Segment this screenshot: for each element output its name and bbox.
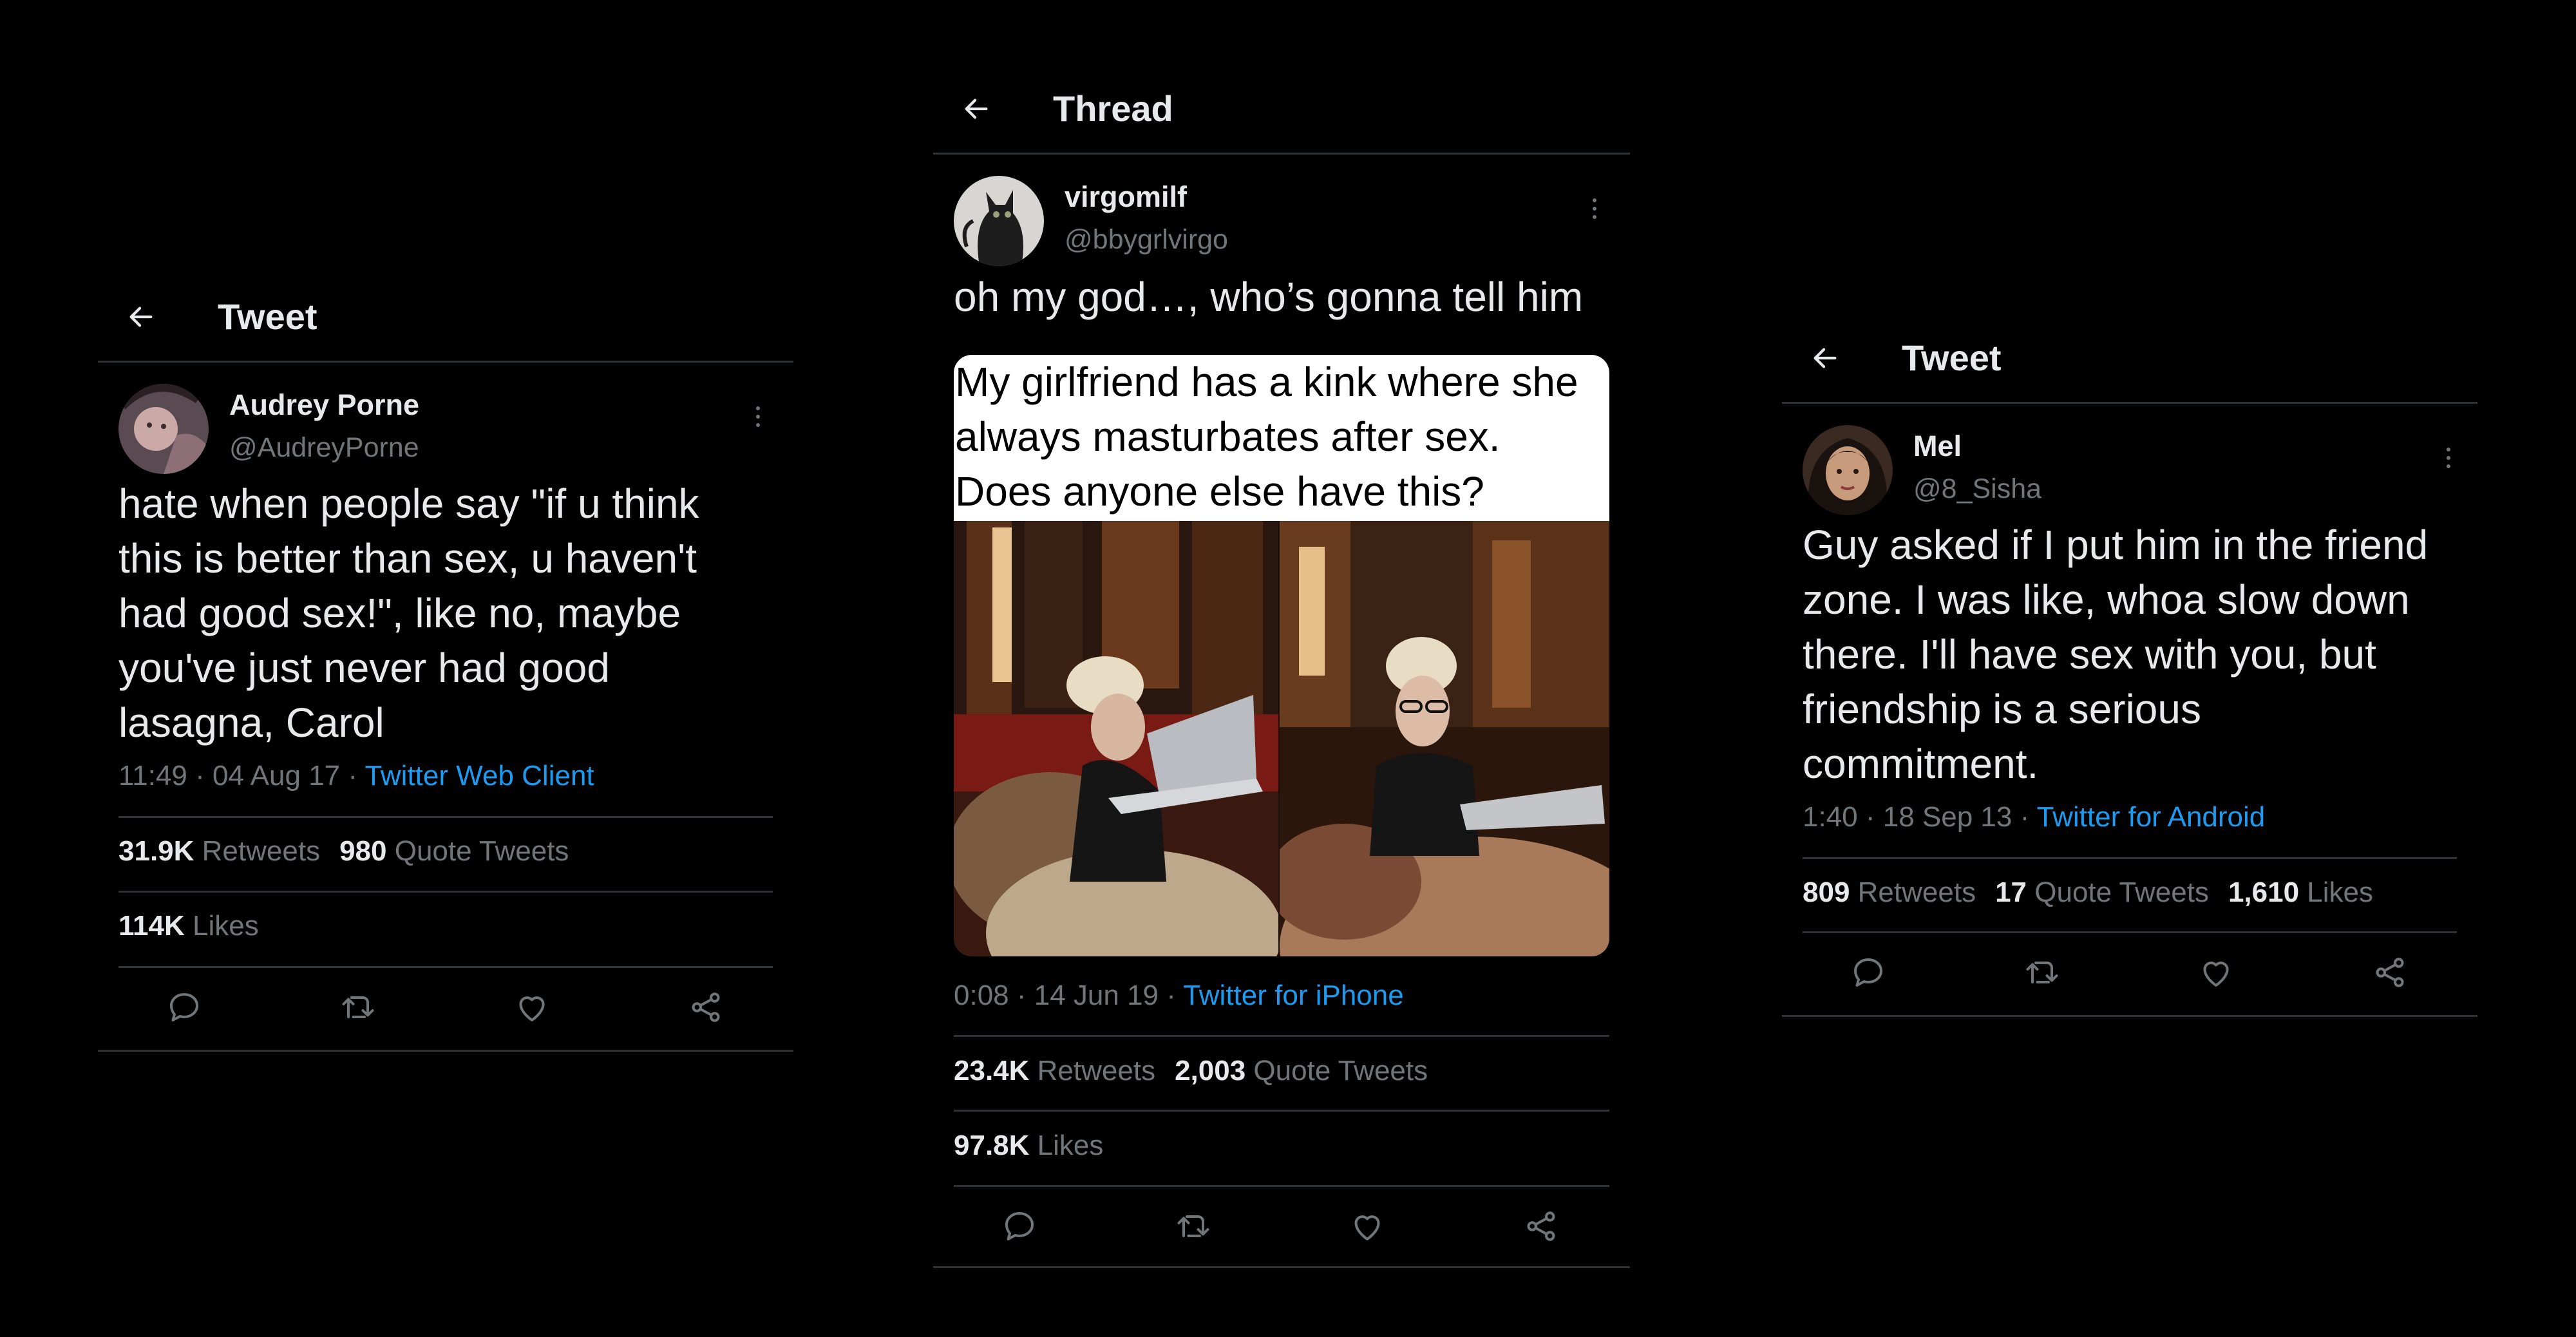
divider bbox=[1803, 857, 2457, 859]
reply-icon[interactable] bbox=[165, 988, 204, 1027]
divider bbox=[118, 966, 773, 968]
tweet-media[interactable]: My girlfriend has a kink where she alway… bbox=[954, 355, 1609, 956]
likes-count: 1,610 bbox=[2228, 877, 2300, 908]
quote-label: Quote Tweets bbox=[1253, 1055, 1428, 1086]
retweet-icon[interactable] bbox=[339, 988, 377, 1027]
retweet-count: 23.4K bbox=[954, 1055, 1030, 1086]
more-options-icon[interactable] bbox=[1585, 194, 1604, 232]
photo-right bbox=[1280, 521, 1609, 956]
likes-count: 114K bbox=[118, 910, 185, 942]
more-options-icon[interactable] bbox=[748, 402, 768, 441]
retweet-label: Retweets bbox=[1857, 877, 1976, 908]
divider bbox=[954, 1035, 1609, 1037]
media-caption: My girlfriend has a kink where she alway… bbox=[954, 355, 1609, 521]
more-options-icon[interactable] bbox=[2439, 443, 2458, 482]
likes-label: Likes bbox=[1037, 1130, 1104, 1161]
quote-label: Quote Tweets bbox=[394, 835, 569, 867]
retweet-label: Retweets bbox=[1037, 1055, 1156, 1086]
user-handle[interactable]: @AudreyPorne bbox=[229, 431, 419, 464]
photo-left bbox=[954, 521, 1278, 956]
reply-icon[interactable] bbox=[1000, 1207, 1039, 1246]
likes-stats[interactable]: 114K Likes bbox=[118, 909, 259, 943]
tweet-source-link[interactable]: Twitter Web Client bbox=[365, 760, 594, 792]
back-arrow-icon[interactable] bbox=[961, 94, 991, 124]
divider bbox=[933, 1266, 1630, 1268]
share-icon[interactable] bbox=[687, 988, 725, 1027]
top-bar: Tweet bbox=[1782, 314, 2477, 404]
tweet-meta: 1:40 · 18 Sep 13 · Twitter for Android bbox=[1803, 800, 2265, 835]
tweet-timestamp: 11:49 · 04 Aug 17 · bbox=[118, 760, 365, 792]
tweet-panel-audrey: Tweet Audrey Porne @AudreyPorne hate whe… bbox=[98, 273, 793, 1052]
tweet-text: Guy asked if I put him in the friend zon… bbox=[1803, 522, 2429, 787]
tweet-meta: 11:49 · 04 Aug 17 · Twitter Web Client bbox=[118, 759, 594, 793]
heart-icon[interactable] bbox=[1348, 1207, 1387, 1246]
retweet-icon[interactable] bbox=[1174, 1207, 1213, 1246]
likes-stats[interactable]: 97.8K Likes bbox=[954, 1128, 1103, 1163]
quote-count: 980 bbox=[339, 835, 387, 867]
top-bar: Tweet bbox=[98, 273, 793, 363]
retweet-stats[interactable]: 23.4K Retweets 2,003 Quote Tweets bbox=[954, 1054, 1428, 1088]
engagement-stats[interactable]: 809 Retweets 17 Quote Tweets 1,610 Likes bbox=[1803, 875, 2373, 910]
divider bbox=[98, 1050, 793, 1052]
reply-icon[interactable] bbox=[1849, 953, 1888, 992]
action-bar bbox=[1782, 953, 2477, 992]
quote-count: 17 bbox=[1995, 877, 2027, 908]
top-bar: Thread bbox=[933, 65, 1630, 155]
tweet-panel-mel: Tweet Mel @8_Sisha Guy asked if I put hi… bbox=[1782, 314, 2477, 1018]
page-title: Tweet bbox=[1902, 337, 2002, 378]
avatar[interactable] bbox=[1803, 425, 1893, 515]
display-name[interactable]: virgomilf bbox=[1065, 180, 1187, 214]
likes-label: Likes bbox=[193, 910, 259, 942]
tweet-text: oh my god…, who’s gonna tell him bbox=[954, 274, 1584, 320]
display-name[interactable]: Mel bbox=[1913, 429, 1962, 464]
back-arrow-icon[interactable] bbox=[1810, 343, 1840, 373]
divider bbox=[954, 1110, 1609, 1112]
tweet-source-link[interactable]: Twitter for iPhone bbox=[1183, 980, 1403, 1011]
divider bbox=[118, 816, 773, 818]
tweet-timestamp: 0:08 · 14 Jun 19 · bbox=[954, 980, 1184, 1011]
quote-label: Quote Tweets bbox=[2034, 877, 2209, 908]
share-icon[interactable] bbox=[1522, 1207, 1560, 1246]
heart-icon[interactable] bbox=[513, 988, 551, 1027]
action-bar bbox=[98, 988, 793, 1027]
divider bbox=[118, 891, 773, 893]
tweet-meta: 0:08 · 14 Jun 19 · Twitter for iPhone bbox=[954, 978, 1404, 1013]
page-title: Tweet bbox=[218, 296, 317, 337]
action-bar bbox=[933, 1207, 1630, 1246]
retweet-count: 809 bbox=[1803, 877, 1850, 908]
user-handle[interactable]: @bbygrlvirgo bbox=[1065, 223, 1228, 256]
user-handle[interactable]: @8_Sisha bbox=[1913, 472, 2041, 506]
quote-count: 2,003 bbox=[1175, 1055, 1246, 1086]
display-name[interactable]: Audrey Porne bbox=[229, 388, 419, 422]
retweet-label: Retweets bbox=[202, 835, 321, 867]
likes-label: Likes bbox=[2307, 877, 2374, 908]
page-title: Thread bbox=[1053, 88, 1173, 129]
retweet-count: 31.9K bbox=[118, 835, 194, 867]
heart-icon[interactable] bbox=[2197, 953, 2235, 992]
tweet-timestamp: 1:40 · 18 Sep 13 · bbox=[1803, 801, 2037, 833]
retweet-icon[interactable] bbox=[2023, 953, 2061, 992]
divider bbox=[1782, 1015, 2477, 1017]
retweet-stats[interactable]: 31.9K Retweets 980 Quote Tweets bbox=[118, 834, 569, 869]
tweet-source-link[interactable]: Twitter for Android bbox=[2037, 801, 2266, 833]
tweet-text: hate when people say "if u think this is… bbox=[118, 480, 699, 746]
share-icon[interactable] bbox=[2371, 953, 2409, 992]
avatar[interactable] bbox=[118, 384, 209, 474]
likes-count: 97.8K bbox=[954, 1130, 1030, 1161]
avatar[interactable] bbox=[954, 176, 1044, 266]
back-arrow-icon[interactable] bbox=[126, 302, 156, 332]
tweet-panel-virgomilf: Thread virgomilf @bbygrlvirgo oh my god…… bbox=[933, 65, 1630, 1269]
divider bbox=[1803, 931, 2457, 933]
divider bbox=[954, 1185, 1609, 1187]
